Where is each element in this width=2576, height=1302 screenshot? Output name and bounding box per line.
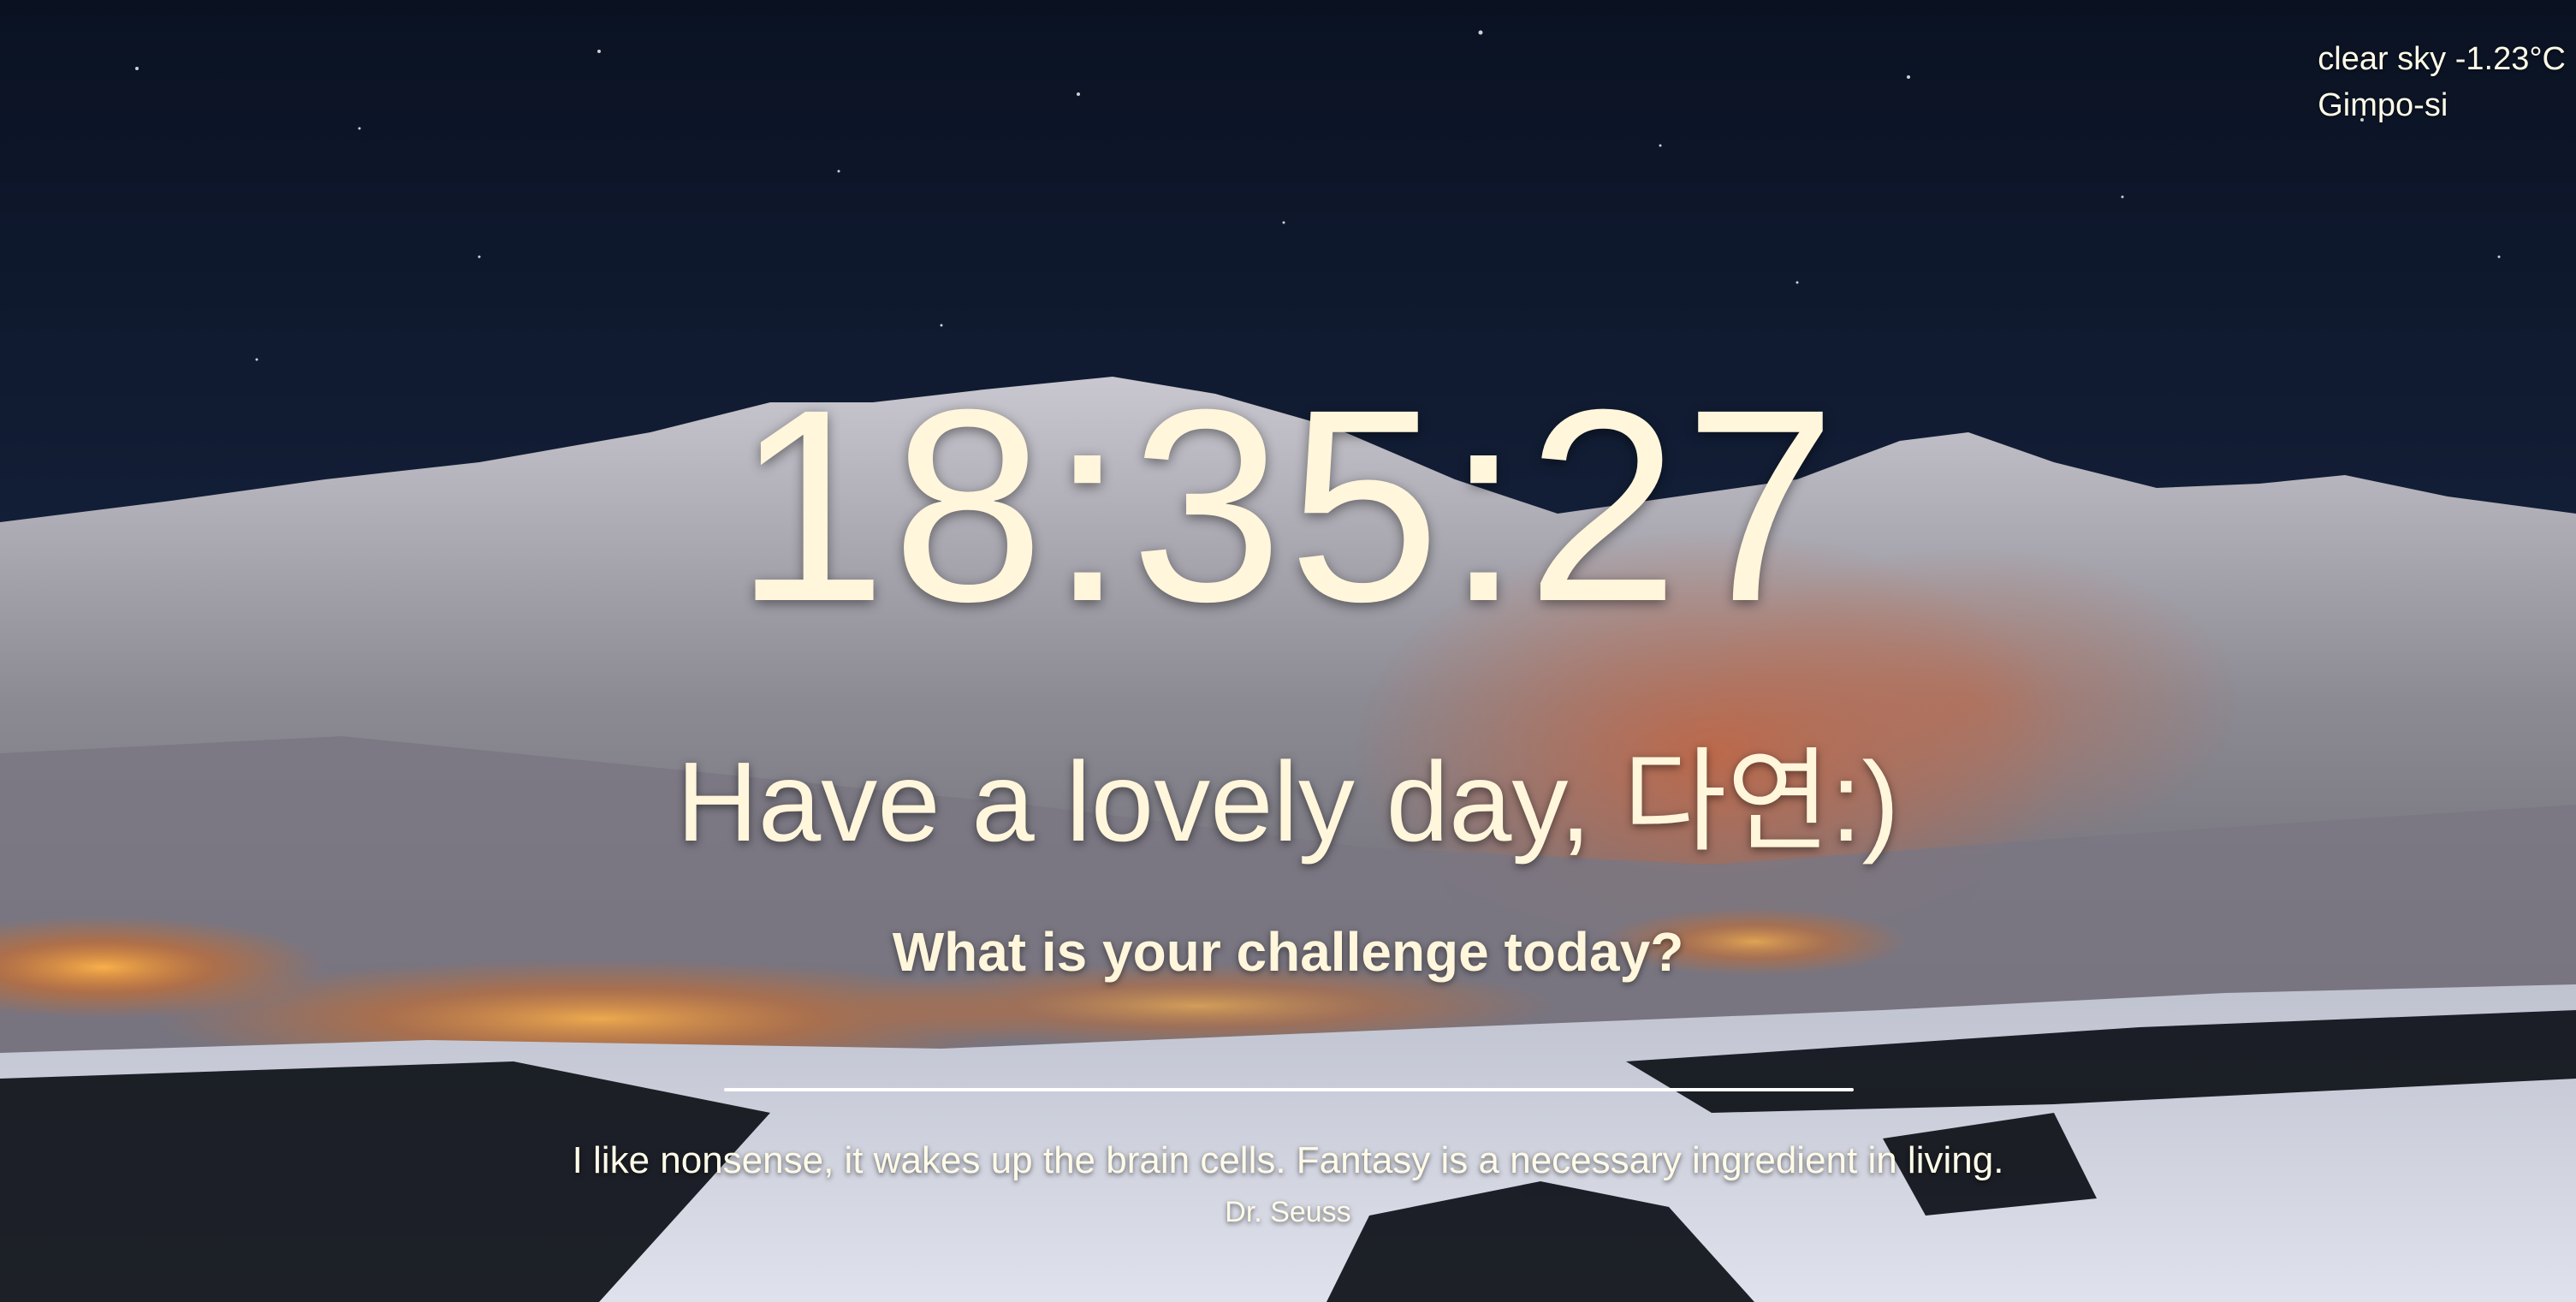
- clock: 18:35:27: [734, 352, 1842, 658]
- quote-text: I like nonsense, it wakes up the brain c…: [572, 1139, 2004, 1181]
- focus-input-underline[interactable]: [724, 1088, 1854, 1091]
- new-tab-dashboard: clear sky -1.23°C Gimpo-si 18:35:27 Have…: [0, 0, 2576, 1302]
- weather-summary: clear sky -1.23°C: [2318, 36, 2566, 82]
- weather-location: Gimpo-si: [2318, 87, 2448, 123]
- weather-widget[interactable]: clear sky -1.23°C Gimpo-si: [2318, 36, 2566, 128]
- focus-prompt[interactable]: What is your challenge today?: [0, 918, 2576, 986]
- quote-author: Dr. Seuss: [1225, 1196, 1351, 1228]
- weather-condition: clear sky: [2318, 41, 2447, 77]
- greeting: Have a lovely day, 다연:): [676, 739, 1900, 865]
- weather-temperature: -1.23°C: [2454, 41, 2566, 77]
